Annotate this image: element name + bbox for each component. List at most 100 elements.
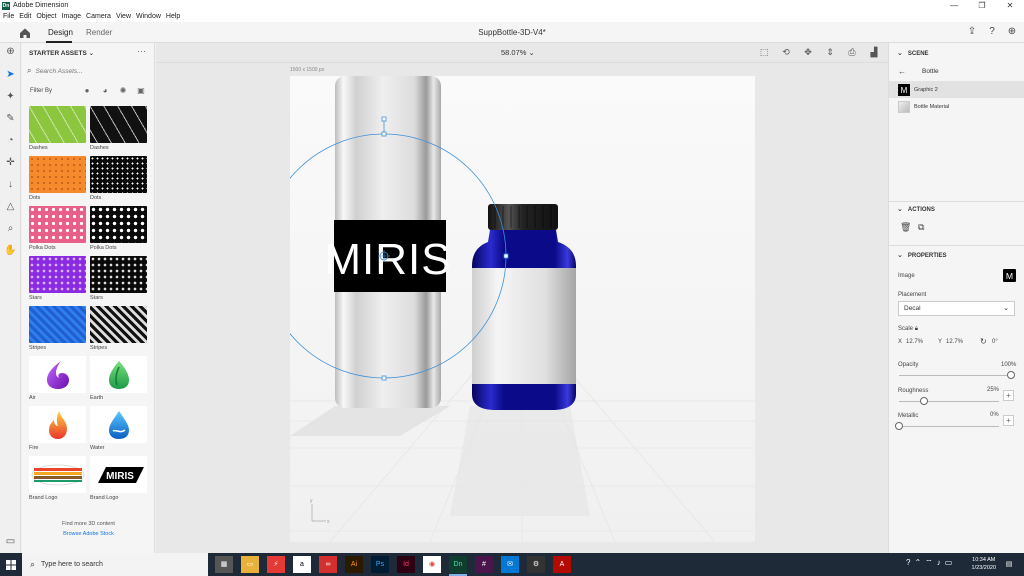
delete-icon[interactable]: 🗑	[900, 222, 911, 233]
rotation-value[interactable]: 0°	[992, 339, 998, 345]
chevron-up-icon[interactable]: ⌃	[914, 558, 921, 568]
indesign-icon[interactable]: Id	[397, 556, 415, 573]
zoom-icon[interactable]: ⌕	[3, 222, 18, 236]
fit-to-icon[interactable]: ⧉	[918, 222, 924, 233]
filter-lights-icon[interactable]: ✺	[118, 86, 128, 96]
menu-file[interactable]: File	[3, 13, 14, 20]
camera-dolly-icon[interactable]: ⇕	[824, 46, 836, 58]
file-explorer-icon[interactable]: ▭	[241, 556, 259, 573]
opacity-slider-track[interactable]	[899, 375, 1011, 376]
scale-x-value[interactable]: 12.7%	[906, 339, 923, 345]
asset-tile[interactable]: Dashes	[29, 106, 86, 151]
metallic-add-button[interactable]: +	[1003, 415, 1014, 426]
filter-images-icon[interactable]: ▣	[136, 86, 146, 96]
menu-image[interactable]: Image	[62, 13, 81, 20]
asset-tile[interactable]: Stripes	[90, 306, 147, 351]
placement-dropdown[interactable]: Decal ⌄	[898, 301, 1015, 316]
actions-header[interactable]: ACTIONS	[897, 205, 935, 213]
network-icon[interactable]: ⌔	[925, 558, 933, 568]
zoom-level[interactable]: 58.07% ⌄	[501, 48, 535, 57]
share-icon[interactable]: ⇪	[966, 26, 978, 38]
camera-pan-icon[interactable]: ✥	[802, 46, 814, 58]
help-icon[interactable]: ?	[986, 26, 998, 38]
amazon-icon[interactable]: a	[293, 556, 311, 573]
metallic-slider-track[interactable]	[899, 426, 999, 427]
layer-bottle-material[interactable]: Bottle Material	[889, 98, 1024, 115]
asset-tile[interactable]: Dots	[29, 156, 86, 201]
menu-window[interactable]: Window	[136, 13, 161, 20]
asset-tile[interactable]: MIRIS Brand Logo	[90, 456, 147, 501]
bookmark-icon[interactable]: ⎙	[846, 46, 858, 58]
asset-tile[interactable]: Polka Dots	[29, 206, 86, 251]
asset-tile[interactable]: Stripes	[29, 306, 86, 351]
maximize-button[interactable]: ❐	[968, 0, 996, 11]
asset-tile[interactable]: Dots	[90, 156, 147, 201]
add-icon[interactable]: ⊕	[3, 45, 18, 59]
select-tool-icon[interactable]: ➤	[3, 68, 18, 82]
asset-tile[interactable]: Polka Dots	[90, 206, 147, 251]
assets-header[interactable]: STARTER ASSETS ⌄	[29, 49, 94, 57]
camera-orbit-icon[interactable]: ⟲	[780, 46, 792, 58]
settings-icon[interactable]: ⚙	[527, 556, 545, 573]
minimize-button[interactable]: —	[940, 0, 968, 11]
asset-tile[interactable]: Earth	[90, 356, 147, 401]
roughness-add-button[interactable]: +	[1003, 390, 1014, 401]
illustrator-icon[interactable]: Ai	[345, 556, 363, 573]
scale-y-value[interactable]: 12.7%	[946, 339, 963, 345]
notifications-icon[interactable]: ▤	[1000, 556, 1018, 573]
start-button[interactable]	[0, 553, 22, 576]
properties-header[interactable]: PROPERTIES	[897, 251, 947, 259]
search-input[interactable]	[35, 67, 136, 75]
photoshop-icon[interactable]: Ps	[371, 556, 389, 573]
asset-tile[interactable]: Brand Logo	[29, 456, 86, 501]
metallic-slider-thumb[interactable]	[895, 422, 903, 430]
display-icon[interactable]: ▭	[945, 558, 953, 568]
rotate-icon[interactable]: ↻	[980, 337, 987, 346]
move-icon[interactable]: ✛	[3, 156, 18, 170]
frame-icon[interactable]: ⬚	[758, 46, 770, 58]
assets-more-button[interactable]: ···	[137, 46, 146, 56]
dimension-taskbar-icon[interactable]: Dn	[449, 556, 467, 573]
sampler-icon[interactable]: ✎	[3, 112, 18, 126]
mail-icon[interactable]: ✉	[501, 556, 519, 573]
acrobat-icon[interactable]: A	[553, 556, 571, 573]
asset-tile[interactable]: Water	[90, 406, 147, 451]
asset-tile[interactable]: Dashes	[90, 106, 147, 151]
layers-panel-icon[interactable]: ▭	[3, 535, 18, 549]
scene-header[interactable]: SCENE	[897, 49, 929, 57]
filter-materials-icon[interactable]: ◕	[100, 86, 110, 96]
chrome-icon[interactable]: ◉	[423, 556, 441, 573]
volume-icon[interactable]: ♪	[937, 558, 941, 568]
image-thumbnail-icon[interactable]: M	[1003, 269, 1016, 282]
taskbar-clock[interactable]: 10:34 AM 1/23/2020	[972, 556, 996, 572]
back-arrow-icon[interactable]: ←	[898, 67, 906, 76]
red-app-icon[interactable]: ⚡	[267, 556, 285, 573]
roughness-slider-thumb[interactable]	[920, 397, 928, 405]
menu-camera[interactable]: Camera	[86, 13, 111, 20]
lock-icon[interactable]: 🔒︎	[915, 326, 918, 332]
roughness-slider-track[interactable]	[899, 401, 999, 402]
calculator-icon[interactable]: ▦	[215, 556, 233, 573]
horizon-icon[interactable]: △	[3, 200, 18, 214]
menu-help[interactable]: Help	[166, 13, 180, 20]
close-button[interactable]: ✕	[996, 0, 1024, 11]
slack-icon[interactable]: #	[475, 556, 493, 573]
asset-tile[interactable]: Fire	[29, 406, 86, 451]
asset-tile[interactable]: Stars	[29, 256, 86, 301]
menu-object[interactable]: Object	[36, 13, 56, 20]
creative-cloud-icon[interactable]: ∞	[319, 556, 337, 573]
menu-view[interactable]: View	[116, 13, 131, 20]
magic-wand-icon[interactable]: ✦	[3, 90, 18, 104]
layer-graphic[interactable]: M Graphic 2	[889, 81, 1024, 98]
browse-stock-link[interactable]: Browse Adobe Stock	[22, 531, 154, 537]
taskbar-search[interactable]: ⌕ Type here to search	[22, 553, 208, 576]
histogram-icon[interactable]: ▟	[868, 46, 880, 58]
drop-to-ground-icon[interactable]: ↓	[3, 178, 18, 192]
asset-tile[interactable]: Air	[29, 356, 86, 401]
menu-edit[interactable]: Edit	[19, 13, 31, 20]
help-tray-icon[interactable]: ?	[906, 558, 910, 568]
asset-tile[interactable]: Stars	[90, 256, 147, 301]
globe-icon[interactable]: ⊕	[1006, 26, 1018, 38]
3d-canvas[interactable]: MIRIS y x	[290, 76, 755, 542]
pan-hand-icon[interactable]: ✋	[3, 244, 18, 258]
